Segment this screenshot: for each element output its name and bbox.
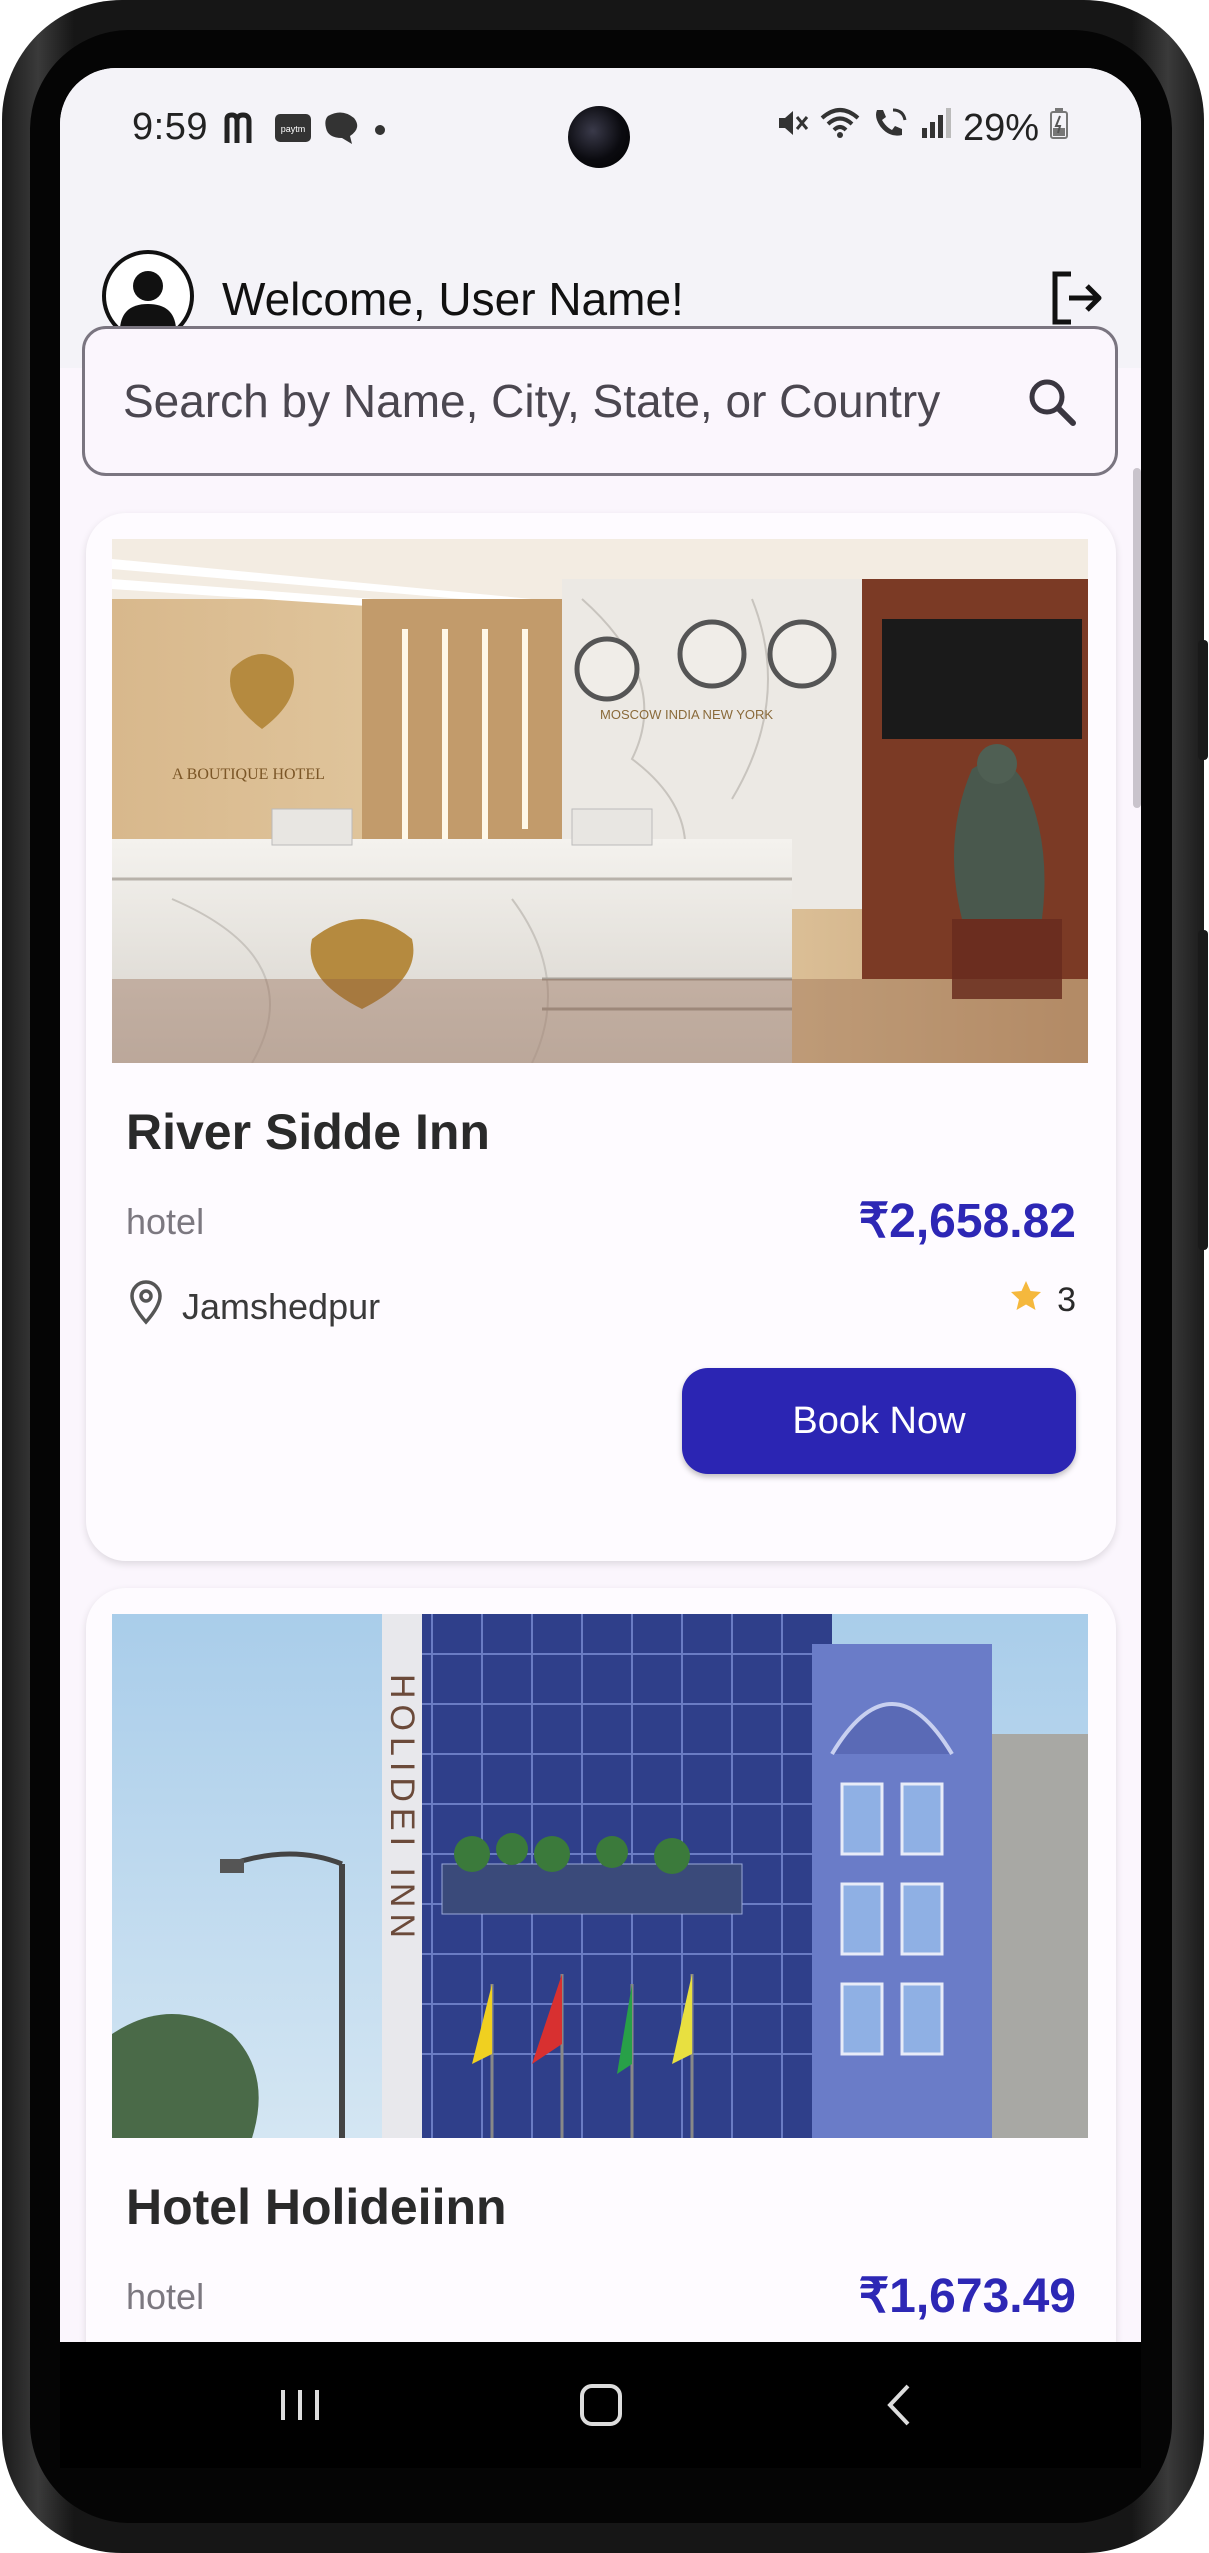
front-camera bbox=[568, 106, 630, 168]
search-icon[interactable] bbox=[1025, 375, 1079, 429]
home-icon[interactable] bbox=[566, 2370, 636, 2440]
power-button bbox=[1198, 930, 1208, 1250]
hotel-name[interactable]: River Sidde Inn bbox=[126, 1103, 490, 1161]
status-left-icons: paytm bbox=[224, 110, 388, 151]
hotel-rating: 3 bbox=[1009, 1279, 1076, 1322]
hotel-image: MOSCOW INDIA NEW YORK A BOUTIQUE HOTEL bbox=[112, 539, 1088, 1063]
hotel-name[interactable]: Hotel Holideiinn bbox=[126, 2178, 507, 2236]
hotel-image: HOLIDEI INN bbox=[112, 1614, 1088, 2138]
status-right-icons: 29% bbox=[775, 106, 1069, 150]
volume-button bbox=[1198, 640, 1208, 760]
svg-text:paytm: paytm bbox=[281, 124, 306, 134]
hotel-card[interactable]: MOSCOW INDIA NEW YORK A BOUTIQUE HOTEL R… bbox=[86, 513, 1116, 1561]
hotel-type: hotel bbox=[126, 2276, 205, 2317]
system-nav-bar bbox=[60, 2342, 1141, 2468]
search-bar bbox=[82, 326, 1118, 476]
hotel-card[interactable]: HOLIDEI INN Hotel Holideiinn hotel ₹1,67… bbox=[86, 1588, 1116, 2468]
scrollbar[interactable] bbox=[1133, 468, 1141, 808]
paytm-icon: paytm bbox=[274, 111, 312, 150]
svg-text:HOLIDEI INN: HOLIDEI INN bbox=[383, 1674, 421, 1944]
recents-icon[interactable] bbox=[265, 2370, 335, 2440]
signal-icon bbox=[919, 106, 953, 150]
hotel-city: Jamshedpur bbox=[182, 1285, 381, 1327]
chat-bubble-icon bbox=[322, 110, 362, 151]
search-input[interactable] bbox=[123, 329, 1023, 473]
phone-frame: 9:59 paytm 29% Welcome, User Name! Searc… bbox=[0, 0, 1209, 2553]
battery-icon bbox=[1049, 106, 1069, 150]
hotel-type: hotel bbox=[126, 1201, 205, 1242]
hotel-price: ₹1,673.49 bbox=[858, 2270, 1076, 2323]
hotel-price: ₹2,658.82 bbox=[858, 1195, 1076, 1248]
hotel-location: Jamshedpur bbox=[126, 1279, 380, 1334]
rating-value: 3 bbox=[1057, 1281, 1076, 1319]
star-icon bbox=[1009, 1279, 1043, 1322]
location-pin-icon bbox=[126, 1279, 166, 1334]
mute-icon bbox=[775, 106, 809, 150]
wifi-call-icon bbox=[871, 106, 909, 150]
status-time: 9:59 bbox=[132, 106, 208, 148]
m-app-icon bbox=[224, 111, 264, 150]
welcome-text: Welcome, User Name! bbox=[222, 273, 684, 325]
status-bar: 9:59 paytm 29% bbox=[60, 68, 1141, 188]
screen: 9:59 paytm 29% Welcome, User Name! Searc… bbox=[60, 68, 1141, 2468]
book-now-button[interactable]: Book Now bbox=[682, 1368, 1076, 1474]
back-icon[interactable] bbox=[866, 2370, 936, 2440]
logout-icon[interactable] bbox=[1047, 268, 1107, 328]
battery-percent: 29% bbox=[962, 106, 1039, 149]
dot-icon bbox=[372, 111, 388, 150]
wifi-icon bbox=[819, 106, 861, 150]
svg-text:A BOUTIQUE HOTEL: A BOUTIQUE HOTEL bbox=[172, 766, 325, 783]
svg-text:MOSCOW INDIA NEW YORK: MOSCOW INDIA NEW YORK bbox=[600, 707, 773, 722]
